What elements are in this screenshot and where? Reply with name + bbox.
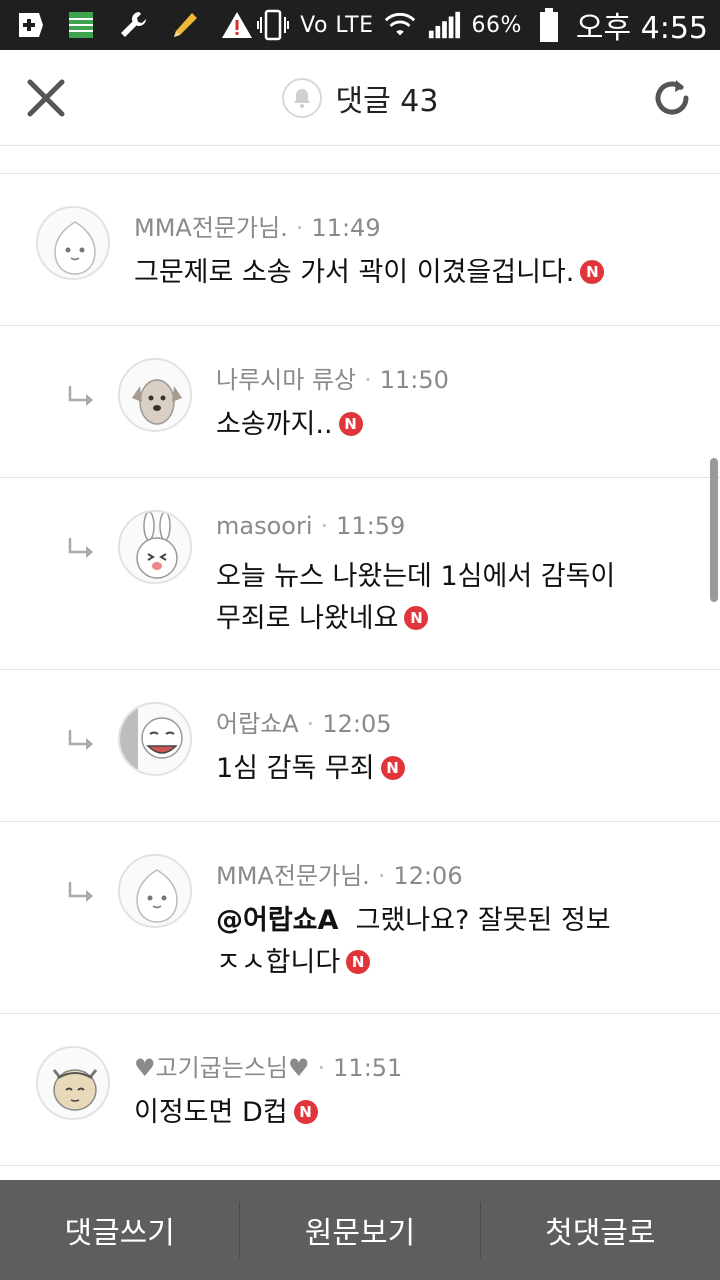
new-badge: N <box>293 1099 318 1124</box>
wifi-icon <box>383 8 417 42</box>
comment-author[interactable]: 나루시마 류상 <box>216 366 356 394</box>
comment-author[interactable]: masoori <box>216 512 313 540</box>
reply-arrow-icon <box>68 386 93 406</box>
meta-separator: · <box>295 214 304 242</box>
comment-text: 1심 감독 무죄 <box>216 753 375 784</box>
comment-item[interactable]: 나루시마 류상 · 11:50 소송까지.. N <box>0 326 720 478</box>
scrollbar[interactable] <box>710 458 718 602</box>
comments-header: 댓글 43 <box>0 50 720 146</box>
comment-item[interactable]: MMA전문가님. · 12:06 @어랍쇼A 그랬나요? 잘못된 정보 ㅈㅅ합니다 N <box>0 822 720 1014</box>
clock: 오후 4:55 <box>575 11 708 46</box>
comment-text-block: 소송까지.. N <box>216 404 363 446</box>
view-original-button[interactable]: 원문보기 <box>240 1180 479 1280</box>
avatar[interactable] <box>118 510 192 584</box>
new-badge: N <box>580 259 605 284</box>
comment-item[interactable]: ♥고기굽는스님♥ · 11:51 이정도면 D컵 N <box>0 1014 720 1166</box>
comment-meta: 어랍쇼A · 12:05 <box>216 704 391 739</box>
comment-meta: masoori · 11:59 <box>216 512 405 540</box>
comment-item[interactable]: masoori · 11:59 오늘 뉴스 나왔는데 1심에서 감독이 무죄로 나왔… <box>0 478 720 670</box>
comment-author[interactable]: 어랍쇼A <box>216 710 299 738</box>
peach-character-icon <box>136 869 178 923</box>
sheet-notification-icon <box>64 8 98 42</box>
comment-time: 12:05 <box>322 710 392 738</box>
new-badge: N <box>346 949 371 974</box>
comment-author[interactable]: ♥고기굽는스님♥ <box>134 1054 310 1082</box>
page-title: 댓글 43 <box>335 84 439 119</box>
meta-separator: · <box>377 862 386 890</box>
dog-character-icon <box>132 379 182 425</box>
avatar[interactable] <box>36 206 110 280</box>
write-comment-button[interactable]: 댓글쓰기 <box>0 1180 239 1280</box>
comment-text-line: 그랬나요? 잘못된 정보 <box>355 905 611 936</box>
status-bar: Vo LTE 66% 오후 4:55 <box>0 0 720 50</box>
plus-notification-icon <box>12 8 46 42</box>
rabbit-character-icon <box>136 512 178 579</box>
avatar[interactable] <box>118 854 192 928</box>
comment-text: 그문제로 소송 가서 곽이 이겼을겁니다. <box>134 257 575 288</box>
comment-item[interactable]: MMA전문가님. · 11:49 그문제로 소송 가서 곽이 이겼을겁니다. N <box>0 174 720 326</box>
comment-time: 11:50 <box>379 366 449 394</box>
comment-list[interactable]: MMA전문가님. · 11:49 그문제로 소송 가서 곽이 이겼을겁니다. N 나루… <box>0 146 720 1180</box>
vibrate-icon <box>256 8 290 42</box>
comment-time: 11:51 <box>333 1054 403 1082</box>
comment-text: 소송까지.. <box>216 409 333 440</box>
comment-text-block: @어랍쇼A 그랬나요? 잘못된 정보 ㅈㅅ합니다 N <box>216 900 611 984</box>
meta-separator: · <box>364 366 372 394</box>
comment-meta: MMA전문가님. · 11:49 <box>134 208 381 243</box>
comment-text: 이정도면 D컵 <box>134 1097 288 1128</box>
comment-time: 11:49 <box>311 214 381 242</box>
bell-icon <box>293 89 310 108</box>
battery-percent: 66% <box>471 12 522 38</box>
new-badge: N <box>338 411 363 436</box>
list-top-divider <box>0 146 720 174</box>
refresh-icon <box>655 80 689 115</box>
comment-text-block: 1심 감독 무죄 N <box>216 748 405 790</box>
comment-author[interactable]: MMA전문가님. <box>134 214 288 242</box>
comment-meta: 나루시마 류상 · 11:50 <box>216 360 449 395</box>
meta-separator: · <box>317 1054 326 1082</box>
avatar[interactable] <box>118 358 192 432</box>
reply-arrow-icon <box>68 882 93 902</box>
peach-character-icon <box>54 221 96 275</box>
comment-meta: MMA전문가님. · 12:06 <box>216 856 463 891</box>
volte-label: Vo LTE <box>300 12 374 38</box>
comment-time: 11:59 <box>336 512 406 540</box>
comment-author[interactable]: MMA전문가님. <box>216 862 370 890</box>
notification-bell-button[interactable] <box>281 78 322 118</box>
meta-separator: · <box>306 710 315 738</box>
bottom-action-bar: 댓글쓰기 원문보기 첫댓글로 <box>0 1180 720 1280</box>
laughing-character-icon <box>120 704 183 774</box>
cat-character-icon <box>52 1069 98 1111</box>
meta-separator: · <box>320 512 329 540</box>
comment-text-block: 그문제로 소송 가서 곽이 이겼을겁니다. N <box>134 252 605 294</box>
comment-text-line: 오늘 뉴스 나왔는데 1심에서 감독이 <box>216 561 616 592</box>
first-comment-button[interactable]: 첫댓글로 <box>481 1180 720 1280</box>
wrench-icon <box>116 8 150 42</box>
warning-icon <box>220 8 254 42</box>
signal-icon <box>427 8 461 42</box>
reply-arrow-icon <box>68 730 93 750</box>
comment-text-line: ㅈㅅ합니다 <box>216 947 341 978</box>
comment-meta: ♥고기굽는스님♥ · 11:51 <box>134 1048 402 1083</box>
reply-arrow-icon <box>68 538 93 558</box>
comment-item[interactable]: 어랍쇼A · 12:05 1심 감독 무죄 N <box>0 670 720 822</box>
comment-text-block: 오늘 뉴스 나왔는데 1심에서 감독이 무죄로 나왔네요 N <box>216 556 615 640</box>
comment-text-block: 이정도면 D컵 N <box>134 1092 318 1134</box>
battery-icon <box>532 8 566 42</box>
mention-link[interactable]: @어랍쇼A <box>216 905 338 936</box>
avatar[interactable] <box>118 702 192 776</box>
comment-text-line: 무죄로 나왔네요 <box>216 603 399 634</box>
new-badge: N <box>380 755 405 780</box>
pencil-icon <box>168 8 202 42</box>
avatar[interactable] <box>36 1046 110 1120</box>
comment-time: 12:06 <box>393 862 463 890</box>
refresh-button[interactable] <box>646 72 698 124</box>
new-badge: N <box>404 605 429 630</box>
